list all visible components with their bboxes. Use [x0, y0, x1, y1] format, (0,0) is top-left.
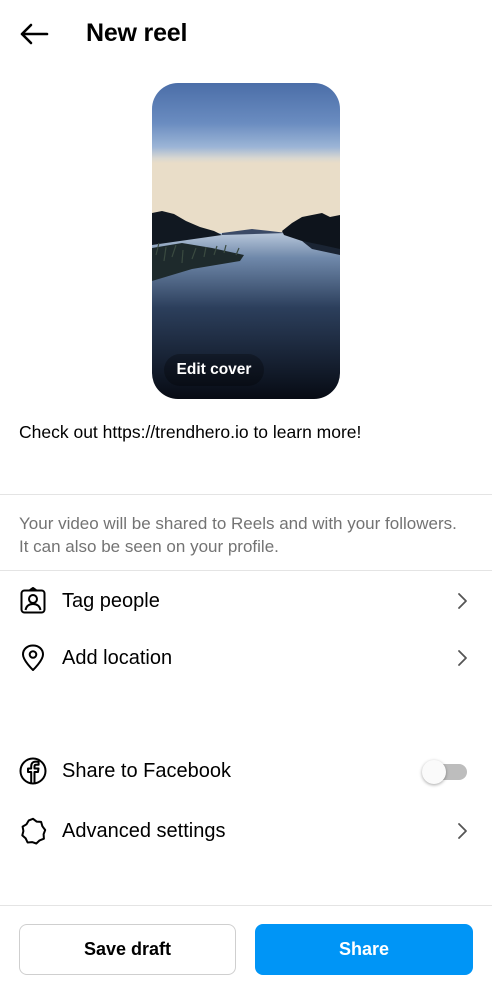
- footer-divider: [0, 905, 492, 906]
- tag-person-icon: [19, 587, 47, 615]
- share-button[interactable]: Share: [255, 924, 473, 975]
- share-to-facebook-row: Share to Facebook: [0, 745, 492, 797]
- chevron-right-icon: [458, 650, 467, 666]
- share-to-facebook-toggle[interactable]: [422, 760, 468, 784]
- facebook-icon: [19, 757, 47, 785]
- advanced-settings-row[interactable]: Advanced settings: [0, 805, 492, 857]
- divider: [0, 494, 492, 495]
- share-to-facebook-label: Share to Facebook: [62, 760, 231, 782]
- video-cover-thumbnail[interactable]: [152, 83, 340, 399]
- chevron-right-icon: [458, 823, 467, 839]
- edit-cover-button[interactable]: Edit cover: [164, 354, 264, 386]
- save-draft-button[interactable]: Save draft: [19, 924, 236, 975]
- caption-text[interactable]: Check out https://trendhero.io to learn …: [19, 420, 479, 444]
- tag-people-row[interactable]: Tag people: [0, 575, 492, 627]
- add-location-row[interactable]: Add location: [0, 632, 492, 684]
- advanced-settings-label: Advanced settings: [62, 820, 226, 842]
- divider: [0, 570, 492, 571]
- location-pin-icon: [19, 644, 47, 672]
- back-button[interactable]: [14, 16, 54, 52]
- page-title: New reel: [86, 19, 188, 47]
- header-bar: New reel: [0, 0, 492, 66]
- arrow-left-icon: [20, 23, 49, 45]
- add-location-label: Add location: [62, 647, 173, 669]
- toggle-thumb: [422, 760, 446, 784]
- tag-people-label: Tag people: [62, 590, 160, 612]
- share-info-text: Your video will be shared to Reels and w…: [19, 514, 457, 556]
- chevron-right-icon: [458, 593, 467, 609]
- gear-icon: [19, 817, 47, 845]
